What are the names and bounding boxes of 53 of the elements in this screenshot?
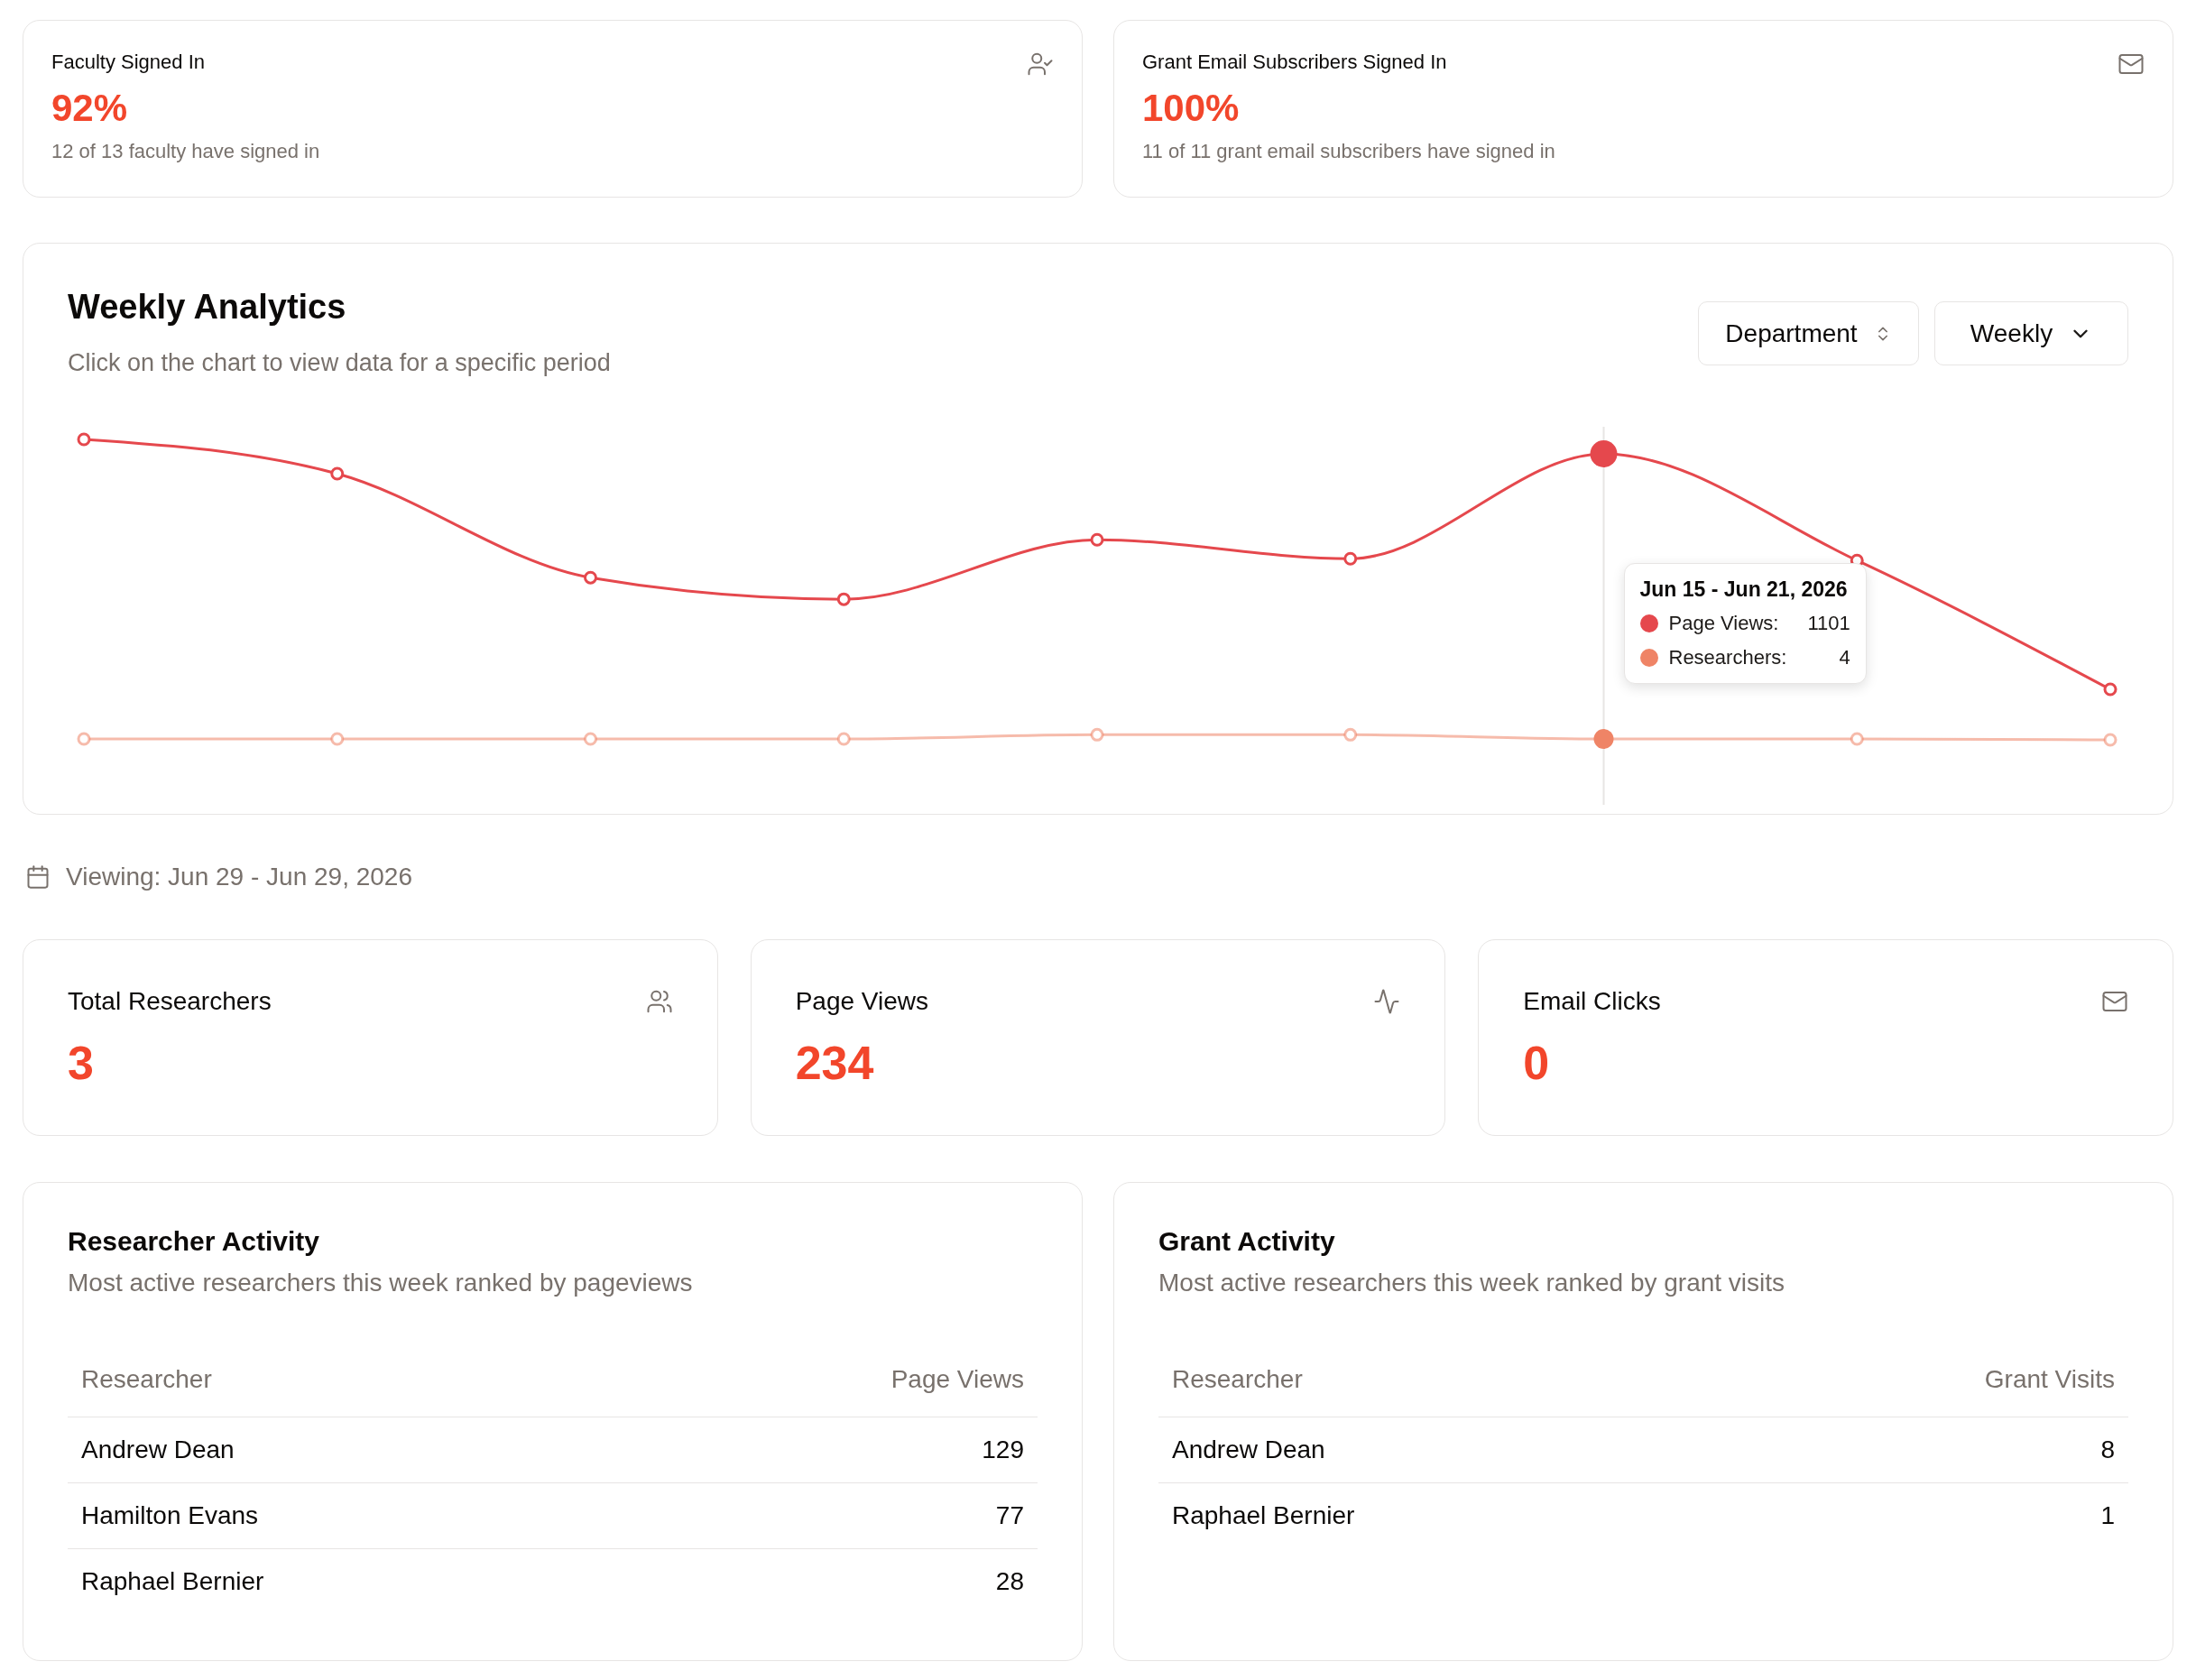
table-cell: 77 — [617, 1482, 1038, 1548]
stat-value: 234 — [795, 1036, 875, 1090]
data-point — [1090, 727, 1104, 742]
card-detail: 11 of 11 grant email subscribers have signed in — [1142, 139, 1555, 164]
tooltip-label: Researchers: — [1668, 645, 1788, 670]
calendar-icon — [25, 864, 51, 890]
department-select[interactable]: Department — [1698, 301, 1919, 365]
users-icon — [645, 988, 673, 1015]
table-cell: 28 — [617, 1548, 1038, 1614]
data-point — [2103, 733, 2118, 747]
table-cell: 1 — [1712, 1482, 2128, 1548]
chart-title: Weekly Analytics — [68, 287, 347, 328]
column-header: Researcher — [68, 1343, 618, 1417]
stat-value: 3 — [68, 1036, 95, 1090]
card-title: Grant Email Subscribers Signed In — [1142, 50, 1448, 75]
chart-subtitle: Click on the chart to view data for a specific period — [68, 348, 611, 378]
data-point — [77, 732, 91, 746]
column-header: Researcher — [1158, 1343, 1713, 1417]
percent-value: 92% — [51, 87, 129, 130]
card-detail: 12 of 13 faculty have signed in — [51, 139, 320, 164]
table-cell: Raphael Bernier — [1158, 1482, 1713, 1548]
column-header: Grant Visits — [1712, 1343, 2128, 1417]
table-cell: 8 — [1712, 1417, 2128, 1482]
tooltip-title: Jun 15 - Jun 21, 2026 — [1639, 577, 1849, 603]
tooltip-label: Page Views: — [1668, 611, 1779, 636]
card-subtitle: Most active researchers this week ranked by grant visits — [1158, 1268, 1786, 1298]
stat-title: Email Clicks — [1523, 986, 1661, 1017]
viewing-label: Viewing: Jun 29 - Jun 29, 2026 — [66, 862, 412, 892]
stat-title: Page Views — [795, 986, 928, 1017]
card-title: Researcher Activity — [68, 1225, 321, 1258]
data-point — [330, 732, 345, 746]
column-header: Page Views — [617, 1343, 1038, 1417]
data-point — [1343, 727, 1358, 742]
table-cell: Hamilton Evans — [68, 1482, 618, 1548]
percent-value: 100% — [1142, 87, 1241, 130]
table-cell: Andrew Dean — [1158, 1417, 1713, 1482]
pulse-icon — [1373, 988, 1401, 1015]
table-cell: Andrew Dean — [68, 1417, 618, 1482]
card-subtitle: Most active researchers this week ranked by pageviews — [68, 1268, 694, 1298]
data-point — [1850, 732, 1864, 746]
user-check-icon — [1027, 51, 1054, 78]
data-point — [584, 732, 597, 746]
data-point — [836, 732, 851, 746]
highlighted-point — [1593, 729, 1614, 749]
table-cell: Raphael Bernier — [68, 1548, 618, 1614]
tooltip-value: 1101 — [1807, 611, 1850, 636]
card-title: Faculty Signed In — [51, 50, 206, 75]
table-cell: 129 — [617, 1417, 1038, 1482]
period-dropdown[interactable]: Weekly — [1934, 301, 2128, 365]
stat-title: Total Researchers — [68, 986, 272, 1017]
card-title: Grant Activity — [1158, 1225, 1336, 1258]
stat-value: 0 — [1523, 1036, 1551, 1090]
tooltip-value: 4 — [1839, 645, 1850, 670]
